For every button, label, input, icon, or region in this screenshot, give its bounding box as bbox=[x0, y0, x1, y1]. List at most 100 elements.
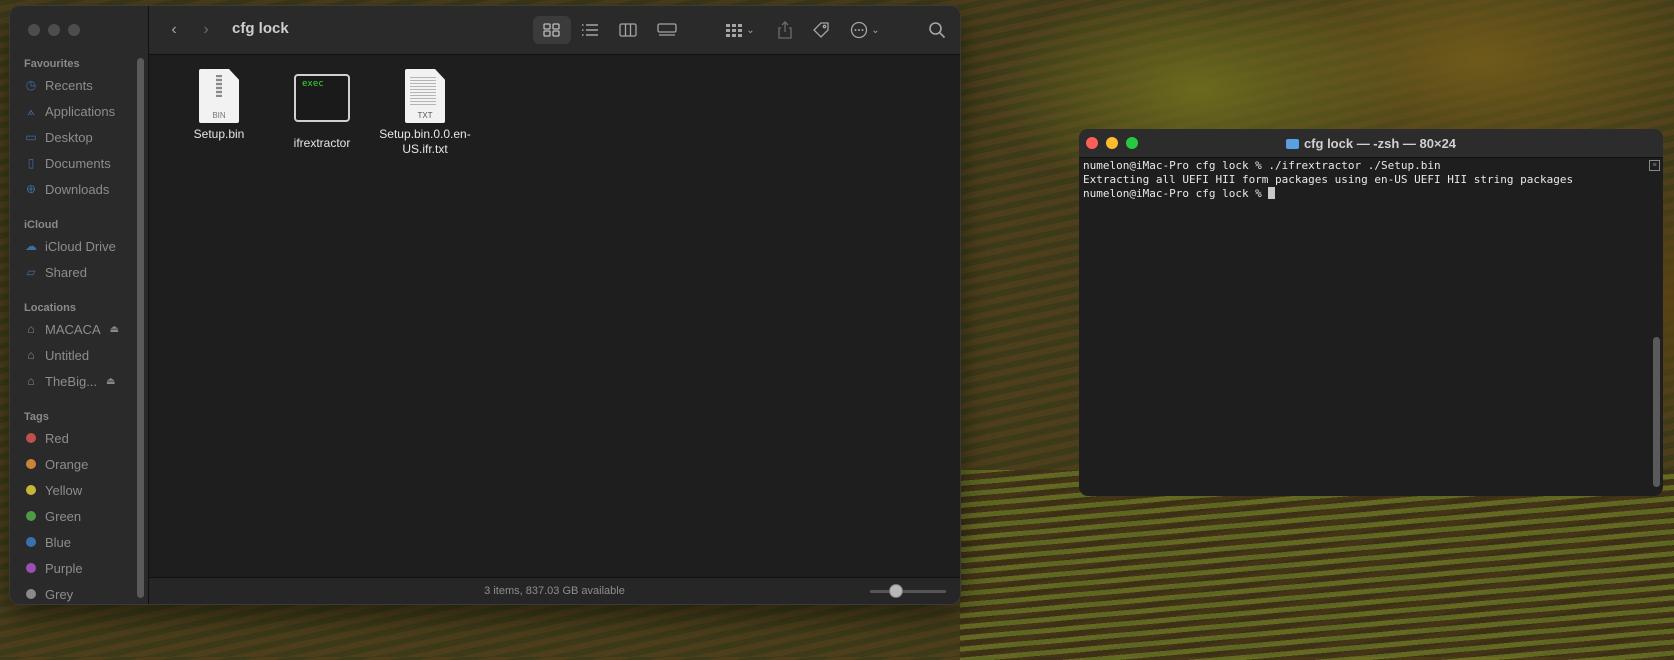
terminal-output[interactable]: numelon@iMac-Pro cfg lock % ./ifrextract… bbox=[1083, 159, 1647, 496]
eject-icon[interactable]: ⏏ bbox=[106, 376, 115, 387]
close-button[interactable] bbox=[28, 24, 40, 36]
sidebar-item-untitled[interactable]: ⌂ Untitled bbox=[24, 344, 134, 366]
tag-color-dot bbox=[26, 433, 36, 443]
sidebar-tag-blue[interactable]: Blue bbox=[24, 531, 134, 553]
terminal-line: numelon@iMac-Pro cfg lock % bbox=[1083, 187, 1269, 200]
terminal-line: Extracting all UEFI HII form packages us… bbox=[1083, 173, 1574, 186]
folder-icon bbox=[1285, 139, 1299, 149]
sidebar-item-label: Grey bbox=[45, 586, 74, 602]
file-item-ifrextractor[interactable]: exec ifrextractor bbox=[267, 69, 377, 151]
chevron-down-icon: ⌄ bbox=[871, 24, 880, 36]
finder-window: Favourites ◷ Recents ⟑ Applications ▭ De… bbox=[10, 6, 960, 604]
sidebar-item-thebig[interactable]: ⌂ TheBig... ⏏ bbox=[24, 370, 134, 392]
sidebar-item-icloud-drive[interactable]: ☁ iCloud Drive bbox=[24, 235, 134, 257]
sidebar-item-applications[interactable]: ⟑ Applications bbox=[24, 100, 134, 122]
search-button[interactable] bbox=[923, 16, 951, 44]
share-icon bbox=[778, 21, 792, 39]
terminal-prompt-line: numelon@iMac-Pro cfg lock % bbox=[1083, 187, 1647, 201]
sidebar-item-label: Yellow bbox=[45, 482, 83, 498]
sidebar-item-label: Red bbox=[45, 430, 69, 446]
finder-sidebar: Favourites ◷ Recents ⟑ Applications ▭ De… bbox=[10, 6, 149, 604]
text-cursor bbox=[1268, 187, 1276, 199]
sidebar-tag-orange[interactable]: Orange bbox=[24, 453, 134, 475]
download-icon: ⊕ bbox=[25, 182, 37, 196]
eject-icon[interactable]: ⏏ bbox=[110, 324, 119, 335]
sidebar-heading-icloud: iCloud bbox=[24, 219, 59, 231]
sidebar-tag-red[interactable]: Red bbox=[24, 427, 134, 449]
terminal-scrollbar[interactable] bbox=[1653, 337, 1660, 487]
terminal-line: numelon@iMac-Pro cfg lock % ./ifrextract… bbox=[1083, 159, 1441, 172]
sidebar-item-desktop[interactable]: ▭ Desktop bbox=[24, 126, 134, 148]
sidebar-item-label: Shared bbox=[45, 264, 87, 280]
group-grid-icon bbox=[726, 24, 743, 37]
tag-icon bbox=[813, 22, 829, 38]
status-text: 3 items, 837.03 GB available bbox=[484, 585, 625, 597]
sidebar-item-recents[interactable]: ◷ Recents bbox=[24, 74, 134, 96]
sidebar-tag-yellow[interactable]: Yellow bbox=[24, 479, 134, 501]
icon-view-button[interactable] bbox=[533, 16, 571, 44]
columns-icon bbox=[619, 23, 637, 37]
search-icon bbox=[929, 22, 946, 39]
sidebar-item-label: Documents bbox=[45, 155, 111, 171]
bin-file-icon: BIN bbox=[199, 69, 239, 123]
sidebar-item-downloads[interactable]: ⊕ Downloads bbox=[24, 178, 134, 200]
sidebar-item-macaca[interactable]: ⌂ MACACA ⏏ bbox=[24, 318, 134, 340]
tag-color-dot bbox=[26, 459, 36, 469]
sidebar-item-label: iCloud Drive bbox=[45, 238, 116, 254]
terminal-window: cfg lock — -zsh — 80×24 numelon@iMac-Pro… bbox=[1079, 129, 1663, 496]
icon-size-slider[interactable] bbox=[870, 584, 946, 598]
list-view-button[interactable] bbox=[573, 16, 607, 44]
finder-toolbar: ‹ › cfg lock ⌄ ⌄ bbox=[149, 6, 960, 55]
window-title: cfg lock bbox=[232, 20, 289, 37]
sidebar-item-label: Purple bbox=[45, 560, 83, 576]
sidebar-item-label: Blue bbox=[45, 534, 72, 550]
wallpaper-vineyard bbox=[960, 470, 1674, 660]
sidebar-item-shared[interactable]: ▱ Shared bbox=[24, 261, 134, 283]
minimize-button[interactable] bbox=[48, 24, 60, 36]
sidebar-tag-purple[interactable]: Purple bbox=[24, 557, 134, 579]
split-pane-icon[interactable]: ≡ bbox=[1649, 160, 1660, 171]
file-item-setup-ifr-txt[interactable]: TXT Setup.bin.0.0.en- US.ifr.txt bbox=[370, 69, 480, 157]
shared-folder-icon: ▱ bbox=[26, 265, 36, 279]
drive-icon: ⌂ bbox=[27, 374, 35, 388]
file-type-badge: exec bbox=[302, 79, 324, 89]
sidebar-tag-green[interactable]: Green bbox=[24, 505, 134, 527]
back-button[interactable]: ‹ bbox=[163, 16, 185, 44]
gallery-view-button[interactable] bbox=[649, 16, 685, 44]
column-view-button[interactable] bbox=[611, 16, 645, 44]
share-button[interactable] bbox=[771, 16, 799, 44]
tag-button[interactable] bbox=[807, 16, 835, 44]
file-type-badge: BIN bbox=[212, 111, 226, 120]
sidebar-heading-tags: Tags bbox=[24, 411, 49, 423]
file-item-setup-bin[interactable]: BIN Setup.bin bbox=[164, 69, 274, 142]
document-icon: ▯ bbox=[27, 156, 35, 170]
sidebar-item-documents[interactable]: ▯ Documents bbox=[24, 152, 134, 174]
group-by-button[interactable]: ⌄ bbox=[719, 16, 761, 44]
file-type-badge: TXT bbox=[417, 111, 433, 120]
tag-color-dot bbox=[26, 537, 36, 547]
more-actions-button[interactable]: ⌄ bbox=[845, 16, 885, 44]
gallery-icon bbox=[657, 23, 677, 36]
file-name-line: Setup.bin.0.0.en- bbox=[379, 127, 471, 141]
desktop-icon: ▭ bbox=[25, 130, 37, 144]
sidebar-item-label: Desktop bbox=[45, 129, 93, 145]
zoom-button[interactable] bbox=[68, 24, 80, 36]
sidebar-item-label: MACACA bbox=[45, 321, 101, 337]
forward-button[interactable]: › bbox=[195, 16, 217, 44]
file-name: ifrextractor bbox=[293, 136, 351, 150]
exec-file-icon: exec bbox=[294, 74, 350, 122]
sidebar-scrollbar[interactable] bbox=[137, 58, 144, 598]
sidebar-item-label: Applications bbox=[45, 103, 116, 119]
slider-knob[interactable] bbox=[888, 584, 903, 598]
icon-grid-icon bbox=[543, 23, 560, 37]
window-controls bbox=[28, 24, 80, 36]
chevron-right-icon: › bbox=[203, 21, 209, 38]
terminal-titlebar: cfg lock — -zsh — 80×24 bbox=[1079, 129, 1663, 158]
terminal-title-text: cfg lock — -zsh — 80×24 bbox=[1303, 136, 1457, 151]
sidebar-heading-favourites: Favourites bbox=[24, 58, 80, 70]
sidebar-item-label: Green bbox=[45, 508, 82, 524]
ellipsis-circle-icon bbox=[851, 21, 868, 39]
file-name: Setup.bin bbox=[193, 127, 245, 141]
sidebar-tag-grey[interactable]: Grey bbox=[24, 583, 134, 604]
tag-color-dot bbox=[26, 563, 36, 573]
